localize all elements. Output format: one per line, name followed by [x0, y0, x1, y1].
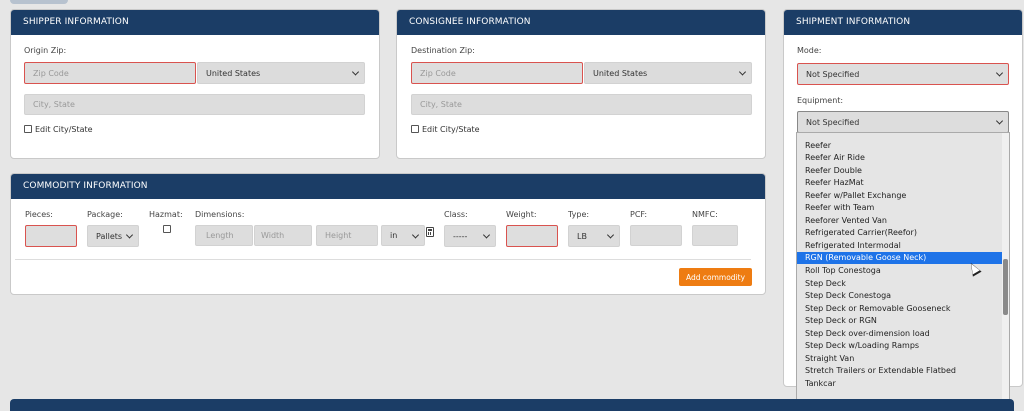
- equipment-option[interactable]: Step Deck over-dimension load: [797, 328, 1003, 340]
- chevron-down-icon: [606, 231, 615, 239]
- supplemental-charges-header: [10, 399, 1014, 411]
- destination-country-value: United States: [593, 68, 648, 78]
- equipment-option[interactable]: Reefer Air Ride: [797, 152, 1003, 164]
- chevron-down-icon: [125, 231, 134, 239]
- top-tab[interactable]: [10, 0, 68, 4]
- hazmat-label: Hazmat:: [149, 210, 183, 219]
- length-input[interactable]: Length: [195, 225, 253, 246]
- equipment-option[interactable]: Reefer Double: [797, 165, 1003, 177]
- origin-zip-label: Origin Zip:: [24, 46, 67, 55]
- pieces-label: Pieces:: [25, 210, 53, 219]
- commodity-divider: [15, 259, 751, 260]
- width-input[interactable]: Width: [254, 225, 312, 246]
- equipment-option[interactable]: Reefer: [797, 140, 1003, 152]
- mode-select[interactable]: Not Specified: [797, 63, 1009, 85]
- weight-label: Weight:: [506, 210, 537, 219]
- package-label: Package:: [87, 210, 123, 219]
- shipper-header: SHIPPER INFORMATION: [11, 10, 379, 35]
- package-value: Pallets: [96, 231, 123, 241]
- origin-edit-checkbox[interactable]: [24, 125, 32, 133]
- shipper-card: SHIPPER INFORMATION Origin Zip: Zip Code…: [10, 9, 380, 159]
- origin-country-value: United States: [206, 68, 261, 78]
- dropdown-scroll-thumb[interactable]: [1003, 259, 1008, 315]
- hazmat-checkbox[interactable]: [163, 225, 171, 233]
- pcf-input[interactable]: [630, 225, 682, 246]
- nmfc-label: NMFC:: [692, 210, 718, 219]
- equipment-option[interactable]: Step Deck or RGN: [797, 315, 1003, 327]
- pieces-input[interactable]: [25, 225, 77, 247]
- chevron-down-icon: [995, 117, 1004, 125]
- equipment-option[interactable]: Step Deck Conestoga: [797, 290, 1003, 302]
- class-label: Class:: [444, 210, 468, 219]
- equipment-select[interactable]: Not Specified: [797, 111, 1009, 133]
- destination-edit-checkbox[interactable]: [411, 125, 419, 133]
- mode-value: Not Specified: [806, 69, 860, 79]
- calculator-icon[interactable]: [426, 227, 434, 237]
- equipment-option[interactable]: Reefer HazMat: [797, 177, 1003, 189]
- equipment-option[interactable]: Reefer with Team: [797, 202, 1003, 214]
- destination-city-input[interactable]: City, State: [411, 94, 752, 115]
- nmfc-input[interactable]: [692, 225, 738, 246]
- consignee-header: CONSIGNEE INFORMATION: [397, 10, 765, 35]
- dimensions-label: Dimensions:: [195, 210, 245, 219]
- origin-edit-label: Edit City/State: [35, 125, 93, 134]
- chevron-down-icon: [482, 231, 491, 239]
- class-value: -----: [453, 231, 468, 241]
- equipment-option[interactable]: Step Deck: [797, 278, 1003, 290]
- dimension-unit-value: in: [390, 231, 398, 240]
- package-select[interactable]: Pallets: [87, 225, 139, 247]
- weight-type-select[interactable]: LB: [568, 225, 620, 247]
- equipment-option[interactable]: Reeforer Vented Van: [797, 215, 1003, 227]
- commodity-card: COMMODITY INFORMATION Pieces: Package: P…: [10, 173, 766, 295]
- chevron-down-icon: [351, 68, 360, 76]
- weight-input[interactable]: [506, 225, 558, 247]
- destination-country-select[interactable]: United States: [584, 62, 752, 84]
- weight-type-value: LB: [577, 231, 587, 241]
- type-label: Type:: [568, 210, 590, 219]
- equipment-option[interactable]: Step Deck w/Loading Ramps: [797, 340, 1003, 352]
- equipment-option[interactable]: Refrigerated Intermodal: [797, 240, 1003, 252]
- equipment-value: Not Specified: [806, 117, 860, 127]
- equipment-option[interactable]: Refrigerated Carrier(Reefor): [797, 227, 1003, 239]
- add-commodity-button[interactable]: Add commodity: [679, 268, 752, 286]
- origin-zip-input[interactable]: Zip Code: [24, 62, 196, 84]
- dropdown-scrollbar[interactable]: [1002, 133, 1009, 410]
- destination-zip-input[interactable]: Zip Code: [411, 62, 583, 84]
- pcf-label: PCF:: [630, 210, 648, 219]
- shipment-header: SHIPMENT INFORMATION: [784, 10, 1022, 35]
- mode-label: Mode:: [797, 46, 822, 55]
- origin-country-select[interactable]: United States: [197, 62, 365, 84]
- origin-city-input[interactable]: City, State: [24, 94, 365, 115]
- equipment-option[interactable]: Step Deck or Removable Gooseneck: [797, 303, 1003, 315]
- destination-edit-label: Edit City/State: [422, 125, 480, 134]
- equipment-option[interactable]: Reefer w/Pallet Exchange: [797, 190, 1003, 202]
- commodity-header: COMMODITY INFORMATION: [11, 174, 765, 199]
- chevron-down-icon: [738, 68, 747, 76]
- class-select[interactable]: -----: [444, 225, 496, 247]
- destination-zip-label: Destination Zip:: [411, 46, 475, 55]
- equipment-option[interactable]: Stretch Trailers or Extendable Flatbed: [797, 365, 1003, 377]
- chevron-down-icon: [995, 69, 1004, 77]
- equipment-option[interactable]: Straight Van: [797, 353, 1003, 365]
- dimension-unit-select[interactable]: in: [381, 225, 425, 246]
- consignee-card: CONSIGNEE INFORMATION Destination Zip: Z…: [396, 9, 766, 159]
- equipment-label: Equipment:: [797, 96, 844, 105]
- equipment-option[interactable]: Tankcar: [797, 378, 1003, 390]
- height-input[interactable]: Height: [316, 225, 378, 246]
- chevron-down-icon: [411, 230, 420, 239]
